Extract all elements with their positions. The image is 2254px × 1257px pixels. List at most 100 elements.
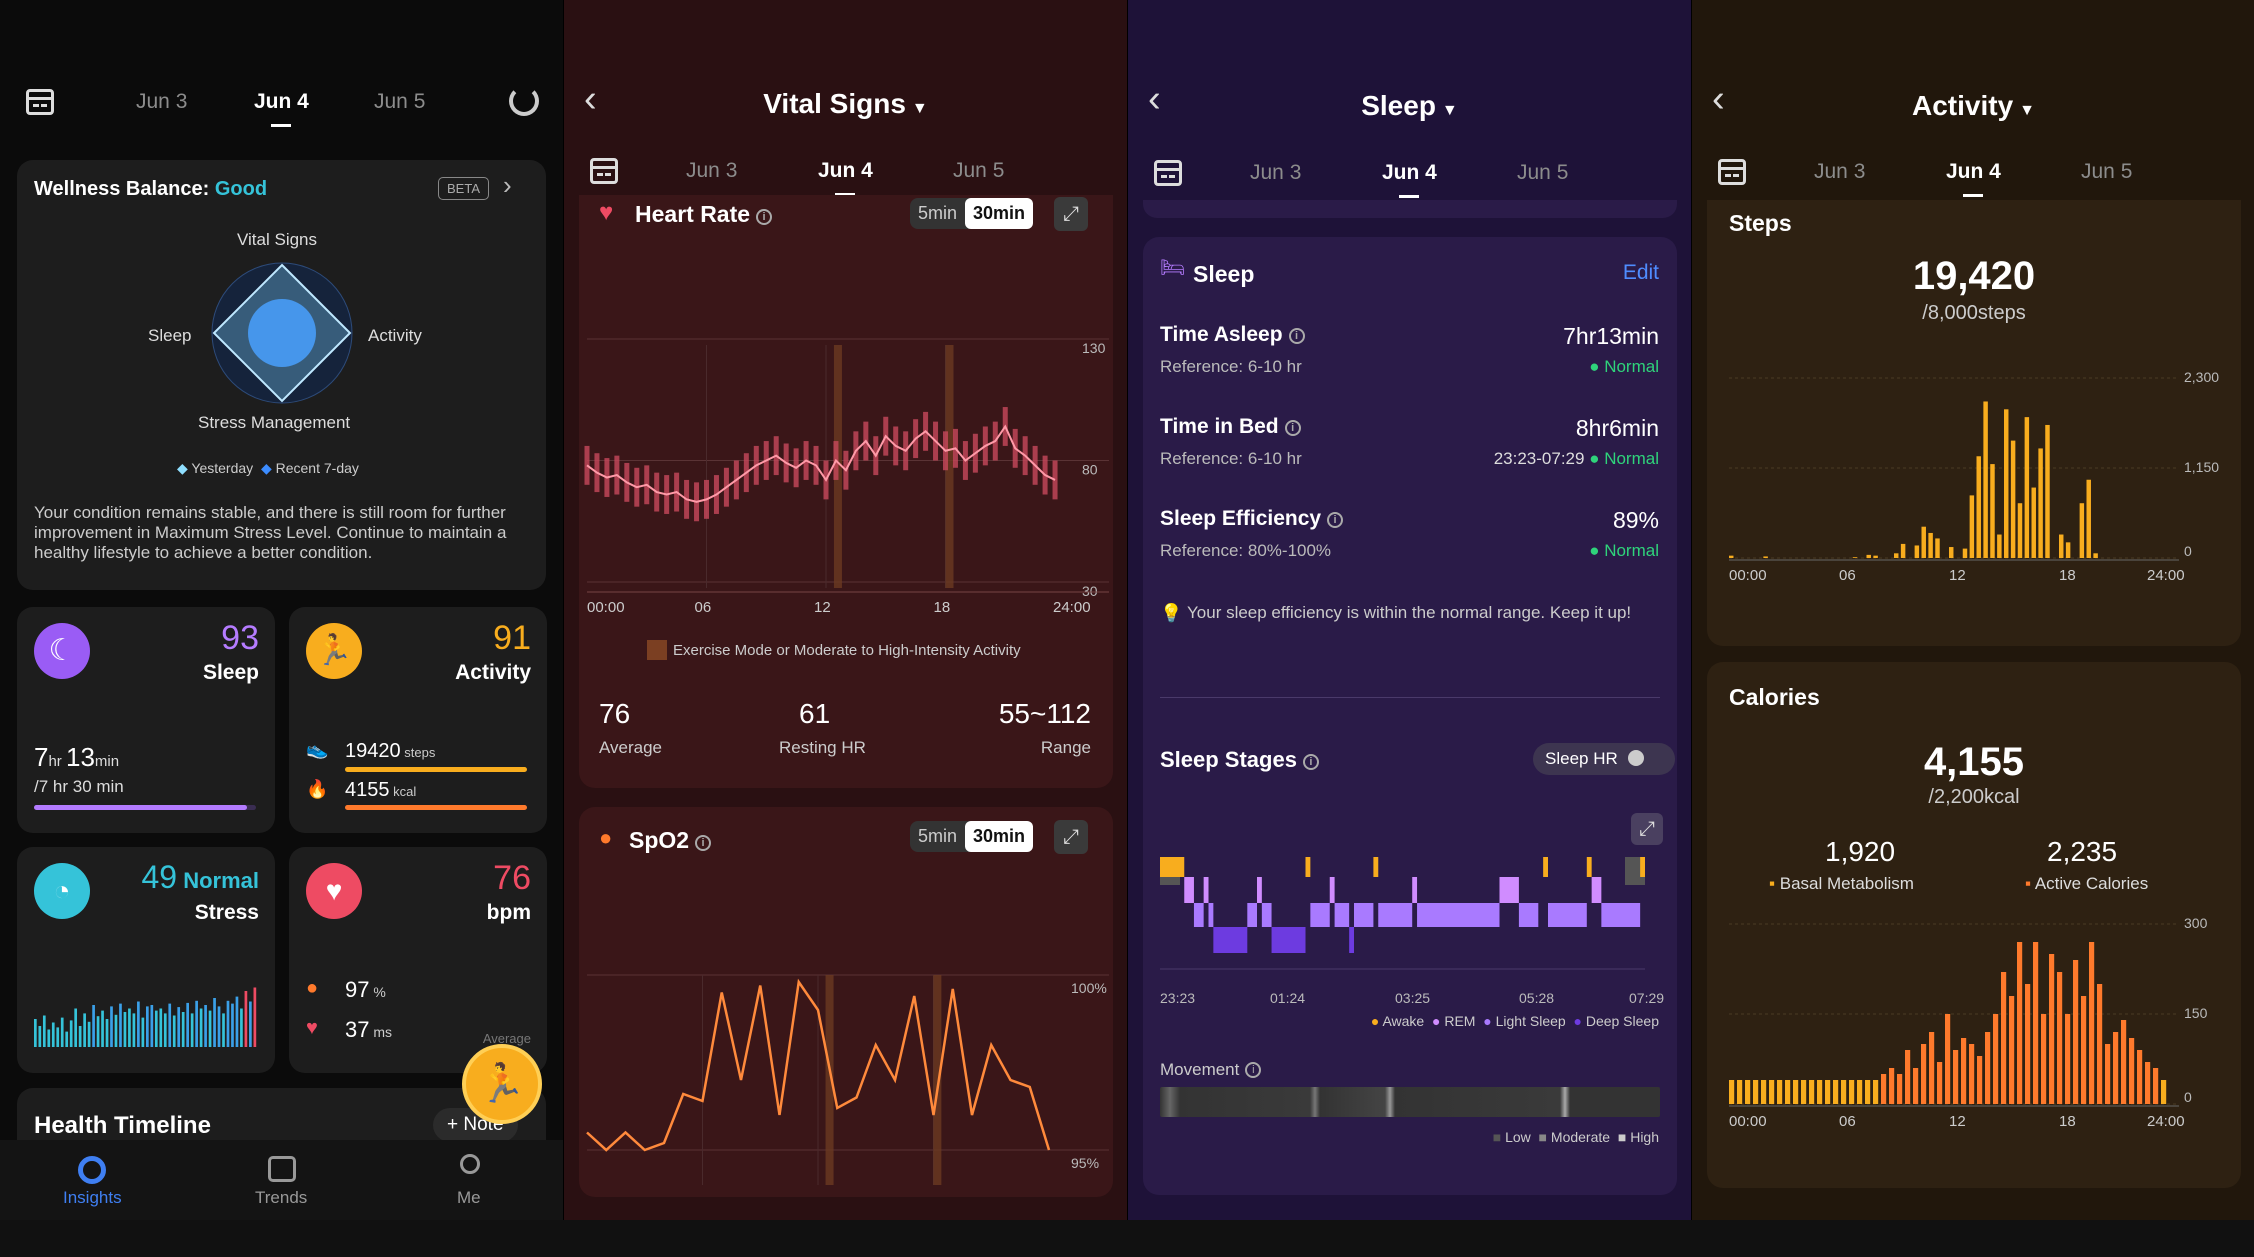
previous-card-edge — [1143, 200, 1677, 218]
calendar-icon[interactable] — [26, 89, 54, 115]
time-asleep-label: Time Asleep i — [1160, 323, 1305, 347]
stress-bar — [249, 1001, 252, 1047]
stress-bar — [141, 1017, 145, 1047]
stage-light — [1518, 903, 1539, 927]
info-icon[interactable]: i — [1302, 754, 1319, 770]
drop-icon: ● — [599, 825, 613, 850]
date-next[interactable]: Jun 5 — [2081, 160, 2132, 184]
info-icon[interactable]: i — [1288, 328, 1305, 344]
expand-icon[interactable]: ⤢ — [1631, 813, 1663, 845]
interval-5min[interactable]: 5min — [910, 198, 965, 229]
sleep-title[interactable]: Sleep ▼ — [1128, 90, 1691, 122]
me-icon[interactable] — [460, 1154, 480, 1174]
data-bar — [1873, 555, 1878, 558]
stress-bar — [47, 1029, 51, 1047]
nav-me[interactable]: Me — [457, 1188, 481, 1208]
data-bar — [2079, 503, 2085, 558]
vital-title-text: Vital Signs — [763, 88, 906, 119]
interval-30min[interactable]: 30min — [965, 198, 1034, 229]
basal-label-text: Basal Metabolism — [1779, 874, 1914, 893]
stat-range-label: Range — [1040, 738, 1091, 757]
interval-toggle[interactable]: 5min 30min — [910, 821, 1034, 852]
stress-card[interactable]: ◔ 49 Normal Stress — [17, 847, 275, 1073]
interval-toggle[interactable]: 5min 30min — [910, 198, 1034, 229]
interval-30min[interactable]: 30min — [965, 821, 1034, 852]
edit-link[interactable]: Edit — [1623, 261, 1659, 285]
info-icon[interactable]: i — [756, 209, 773, 225]
info-icon[interactable]: i — [1327, 512, 1344, 528]
date-current[interactable]: Jun 4 — [1382, 161, 1437, 198]
stress-bar — [83, 1013, 86, 1047]
vital-title[interactable]: Vital Signs ▼ — [564, 88, 1127, 120]
stress-bar — [168, 1003, 172, 1047]
info-icon[interactable]: i — [1284, 420, 1301, 436]
spo2-unit: % — [373, 984, 386, 1000]
data-bar — [1857, 1080, 1863, 1104]
stress-bar — [56, 1027, 60, 1047]
nav-trends[interactable]: Trends — [255, 1188, 307, 1208]
activity-title-text: Activity — [1912, 90, 2014, 121]
x-tick-label: 12 — [1949, 1113, 1966, 1130]
date-current[interactable]: Jun 4 — [1946, 160, 2001, 197]
date-current[interactable]: Jun 4 — [254, 90, 309, 127]
chevron-right-icon[interactable]: › — [503, 170, 512, 201]
calendar-icon[interactable] — [1154, 160, 1182, 186]
date-prev[interactable]: Jun 3 — [686, 159, 737, 183]
info-icon[interactable]: i — [1245, 1062, 1262, 1078]
stress-bar — [208, 1010, 212, 1047]
date-next[interactable]: Jun 5 — [374, 90, 425, 114]
stage-awake — [1640, 857, 1645, 877]
expand-icon[interactable]: ⤢ — [1054, 197, 1088, 231]
date-prev[interactable]: Jun 3 — [136, 90, 187, 114]
date-current[interactable]: Jun 4 — [818, 159, 873, 196]
stress-bar — [146, 1006, 149, 1047]
stage-light — [1548, 903, 1587, 927]
bed-icon: 🛏 — [1160, 257, 1186, 279]
calories-card: Calories 4,155 /2,200kcal 1,920 ▪ Basal … — [1707, 662, 2241, 1188]
wellness-label: Wellness Balance: — [34, 178, 210, 200]
interval-5min[interactable]: 5min — [910, 821, 965, 852]
y-tick-label: 95% — [1071, 1155, 1099, 1171]
data-bar — [1921, 1044, 1927, 1104]
stress-bar — [172, 1015, 176, 1047]
nav-insights[interactable]: Insights — [63, 1188, 122, 1208]
movement-legend: ■ Low ■ Moderate ■ High — [1492, 1129, 1659, 1145]
expand-icon[interactable]: ⤢ — [1054, 820, 1088, 854]
trends-icon[interactable] — [268, 1156, 296, 1182]
x-tick-label: 24:00 — [2147, 1113, 2185, 1130]
calendar-icon[interactable] — [590, 158, 618, 184]
stress-bar — [154, 1010, 158, 1047]
date-prev[interactable]: Jun 3 — [1814, 160, 1865, 184]
stress-bar — [101, 1010, 104, 1047]
stage-awake — [1543, 857, 1548, 877]
date-next[interactable]: Jun 5 — [953, 159, 1004, 183]
activity-title[interactable]: Activity ▼ — [1692, 90, 2254, 122]
stat-average-value: 76 — [599, 698, 631, 729]
stress-bar — [226, 1000, 230, 1047]
heart-card[interactable]: ♥ 76 bpm ● 97 % ♥ 37 ms Average — [289, 847, 547, 1073]
movement-title: Movement i — [1160, 1060, 1262, 1080]
heart-rate-title: Heart Rate i — [635, 201, 773, 228]
activity-score-card[interactable]: 🏃 91 Activity 👟 19420 steps 🔥 4155 kcal — [289, 607, 547, 833]
date-prev[interactable]: Jun 3 — [1250, 161, 1301, 185]
data-bar — [2038, 448, 2043, 558]
wellness-value: Good — [214, 178, 268, 200]
heart-rate-unit: bpm — [486, 901, 531, 924]
data-bar — [2004, 409, 2009, 558]
insights-icon[interactable] — [78, 1156, 106, 1184]
calendar-icon[interactable] — [1718, 159, 1746, 185]
y-tick-label: 0 — [2184, 543, 2192, 559]
info-icon[interactable]: i — [695, 835, 712, 851]
spo2-value: 97 — [345, 977, 370, 1002]
date-next[interactable]: Jun 5 — [1517, 161, 1568, 185]
y-tick-label: 1,150 — [2184, 459, 2219, 475]
wellness-card[interactable]: Wellness Balance: Good BETA › Vital Sign… — [17, 160, 546, 590]
stress-score: 49 — [141, 859, 178, 895]
refresh-icon[interactable] — [509, 86, 539, 116]
workout-fab[interactable]: 🏃 — [462, 1044, 542, 1124]
sleep-hr-toggle[interactable]: Sleep HR — [1533, 743, 1675, 775]
steps-unit: steps — [404, 745, 436, 760]
steps-progress — [345, 767, 527, 772]
sleep-score-card[interactable]: ☾ 93 Sleep 7hr 13min /7 hr 30 min — [17, 607, 275, 833]
data-bar — [1881, 1074, 1887, 1104]
